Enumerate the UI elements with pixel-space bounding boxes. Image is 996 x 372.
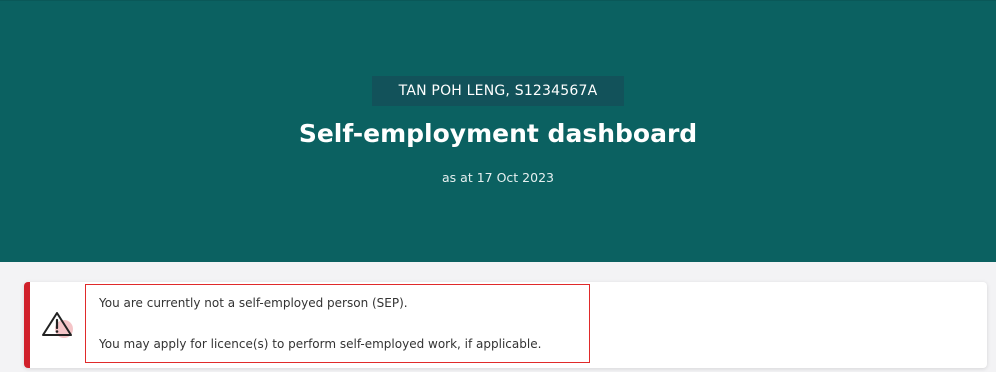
user-identity-badge: TAN POH LENG, S1234567A xyxy=(372,76,624,106)
alert-message-status: You are currently not a self-employed pe… xyxy=(99,296,408,310)
sep-status-alert: You are currently not a self-employed pe… xyxy=(24,282,987,368)
alert-message-guidance: You may apply for licence(s) to perform … xyxy=(99,337,542,351)
as-at-date: as at 17 Oct 2023 xyxy=(442,170,554,185)
page-title: Self-employment dashboard xyxy=(298,119,698,148)
header-top-border xyxy=(0,0,996,1)
alert-accent-stripe xyxy=(24,282,30,368)
warning-triangle-icon xyxy=(40,306,76,342)
dashboard-header: TAN POH LENG, S1234567A Self-employment … xyxy=(0,0,996,262)
